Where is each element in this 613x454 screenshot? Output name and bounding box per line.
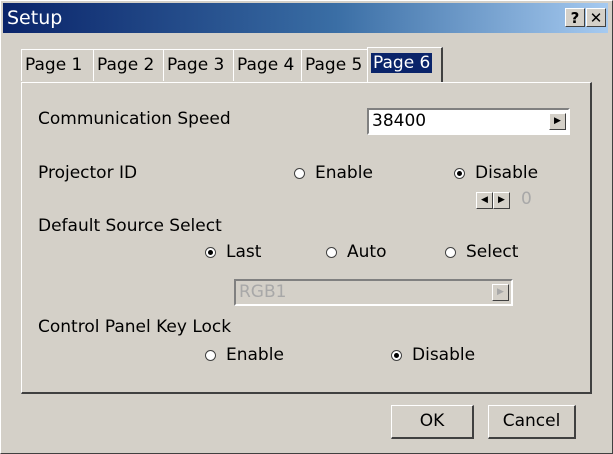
projector-id-label: Projector ID [38, 163, 138, 183]
source-last-radio[interactable]: Last [205, 242, 261, 262]
setup-dialog: Setup ? ✕ Page 1 Page 2 Page 3 Page 4 Pa… [0, 0, 613, 454]
tab-page-2[interactable]: Page 2 [93, 49, 165, 81]
close-button[interactable]: ✕ [586, 8, 606, 27]
radio-icon [294, 168, 305, 179]
projector-id-value: 0 [521, 189, 532, 209]
cancel-button[interactable]: Cancel [488, 405, 576, 439]
ok-button[interactable]: OK [391, 405, 474, 439]
help-button[interactable]: ? [565, 8, 585, 27]
dropdown-arrow-icon[interactable]: ▶ [549, 113, 566, 130]
tab-page-4[interactable]: Page 4 [233, 49, 303, 81]
tab-page-6[interactable]: Page 6 [367, 47, 443, 83]
source-auto-radio[interactable]: Auto [326, 242, 386, 262]
source-combo-value: RGB1 [239, 282, 287, 302]
radio-icon [445, 247, 456, 258]
tab-page-3[interactable]: Page 3 [163, 49, 235, 81]
radio-selected-icon [205, 247, 216, 258]
tab-page-5[interactable]: Page 5 [301, 49, 371, 81]
dropdown-arrow-icon[interactable]: ▶ [492, 284, 509, 301]
comm-speed-value: 38400 [372, 111, 427, 131]
projector-id-left-arrow-icon[interactable]: ◀ [476, 192, 493, 209]
radio-icon [205, 350, 216, 361]
projector-id-right-arrow-icon[interactable]: ▶ [493, 192, 510, 209]
tab-page-1[interactable]: Page 1 [21, 49, 95, 81]
key-lock-label: Control Panel Key Lock [38, 317, 232, 337]
radio-icon [326, 247, 337, 258]
key-lock-disable-radio[interactable]: Disable [391, 345, 475, 365]
radio-selected-icon [454, 168, 465, 179]
default-source-label: Default Source Select [38, 216, 222, 236]
projector-id-enable-radio[interactable]: Enable [294, 163, 373, 183]
comm-speed-select[interactable]: 38400 ▶ [367, 108, 570, 135]
source-select-combo[interactable]: RGB1 ▶ [234, 279, 513, 306]
source-select-radio[interactable]: Select [445, 242, 518, 262]
comm-speed-label: Communication Speed [38, 109, 231, 129]
projector-id-disable-radio[interactable]: Disable [454, 163, 538, 183]
key-lock-enable-radio[interactable]: Enable [205, 345, 284, 365]
radio-selected-icon [391, 350, 402, 361]
title-bar[interactable]: Setup ? ✕ [3, 3, 608, 33]
window-title: Setup [7, 7, 63, 29]
